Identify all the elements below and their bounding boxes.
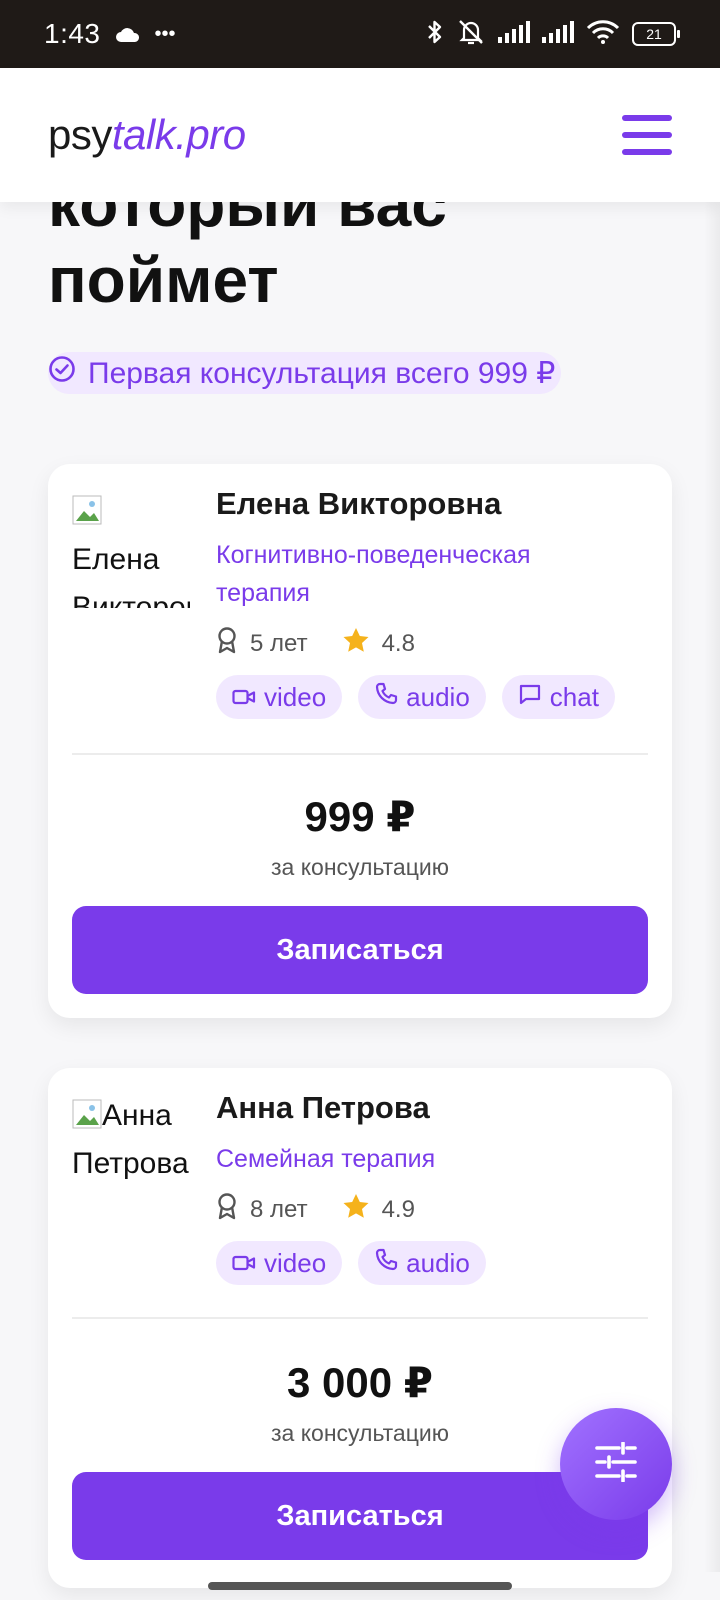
award-icon <box>216 626 238 661</box>
therapist-info: Анна Петрова Семейная терапия 8 лет 4.9 … <box>216 1090 648 1285</box>
session-formats: video audio <box>216 1241 648 1285</box>
therapist-meta: 8 лет 4.9 <box>216 1192 648 1227</box>
format-chip-video[interactable]: video <box>216 1241 343 1285</box>
photo-alt-text: Елена <box>72 543 160 576</box>
check-circle-icon <box>48 355 76 391</box>
photo-alt-text: Анна <box>102 1099 172 1132</box>
scroll-shadow <box>704 202 720 1572</box>
status-right: 21 <box>426 18 680 51</box>
home-indicator[interactable] <box>208 1582 512 1590</box>
therapy-method: Семейная терапия <box>216 1145 436 1173</box>
card-divider <box>72 753 648 755</box>
format-label: video <box>264 681 327 712</box>
session-price: 3 000 ₽ <box>287 1359 433 1406</box>
promo-text: Первая консультация всего 999 ₽ <box>88 356 556 390</box>
battery-icon: 21 <box>632 22 680 46</box>
session-formats: video audio chat <box>216 675 648 719</box>
experience-years: 5 лет <box>250 629 308 657</box>
therapist-name[interactable]: Анна Петрова <box>216 1090 648 1126</box>
signal-icon-2 <box>542 20 574 48</box>
wifi-icon <box>586 19 620 49</box>
rating-value: 4.9 <box>381 1195 415 1223</box>
format-chip-audio[interactable]: audio <box>358 1241 486 1285</box>
broken-image-icon <box>72 492 102 525</box>
award-icon <box>216 1192 238 1227</box>
therapy-method: Когнитивно-поведенческая терапия <box>216 541 531 607</box>
phone-icon <box>374 1248 398 1279</box>
card-divider <box>72 1317 648 1319</box>
phone-icon <box>374 682 398 713</box>
hamburger-menu-icon[interactable] <box>622 115 672 155</box>
format-label: chat <box>549 681 599 712</box>
video-camera-icon <box>232 1248 256 1279</box>
more-notifications-icon: ••• <box>154 22 176 45</box>
price-caption: за консультацию <box>271 854 449 880</box>
format-chip-chat[interactable]: chat <box>501 675 615 719</box>
cloud-icon <box>115 19 141 50</box>
filter-button[interactable] <box>560 1408 672 1520</box>
format-label: video <box>264 1247 327 1278</box>
logo-part-talk: talk.pro <box>111 111 246 158</box>
therapist-card: Елена Викторовна Елена Викторовна Когнит… <box>48 464 672 1018</box>
signal-icon-1 <box>498 20 530 48</box>
therapist-name[interactable]: Елена Викторовна <box>216 486 648 522</box>
star-icon <box>342 627 370 660</box>
format-label: audio <box>406 1247 470 1278</box>
video-camera-icon <box>232 682 256 713</box>
format-label: audio <box>406 681 470 712</box>
logo[interactable]: psytalk.pro <box>48 111 246 159</box>
chat-bubble-icon <box>518 682 542 713</box>
book-button[interactable]: Записаться <box>72 1472 648 1560</box>
book-button[interactable]: Записаться <box>72 906 648 994</box>
therapist-info: Елена Викторовна Когнитивно-поведенческа… <box>216 486 648 719</box>
broken-image-icon <box>72 1096 102 1129</box>
therapist-photo[interactable]: Анна Петрова <box>72 1092 190 1212</box>
star-icon <box>342 1193 370 1226</box>
status-bar: 1:43 ••• 21 <box>0 0 720 68</box>
rating-value: 4.8 <box>381 629 415 657</box>
photo-alt-text: Викторовна <box>72 591 190 608</box>
experience-years: 8 лет <box>250 1195 308 1223</box>
promo-badge: Первая консультация всего 999 ₽ <box>48 352 562 394</box>
bluetooth-icon <box>426 19 444 50</box>
format-chip-audio[interactable]: audio <box>358 675 486 719</box>
session-price: 999 ₽ <box>304 793 416 840</box>
status-left: 1:43 ••• <box>44 18 176 50</box>
logo-part-psy: psy <box>48 111 112 158</box>
format-chip-video[interactable]: video <box>216 675 343 719</box>
status-time: 1:43 <box>44 18 101 49</box>
therapist-photo[interactable]: Елена Викторовна <box>72 488 190 608</box>
hero-title-line-2: поймет <box>48 244 279 316</box>
sliders-icon <box>594 1440 638 1487</box>
therapist-card: Анна Петрова Анна Петрова Семейная терап… <box>48 1068 672 1588</box>
site-header: psytalk.pro <box>0 68 720 202</box>
therapist-meta: 5 лет 4.8 <box>216 626 648 661</box>
photo-alt-text: Петрова <box>72 1147 189 1180</box>
silent-bell-icon <box>456 18 486 51</box>
